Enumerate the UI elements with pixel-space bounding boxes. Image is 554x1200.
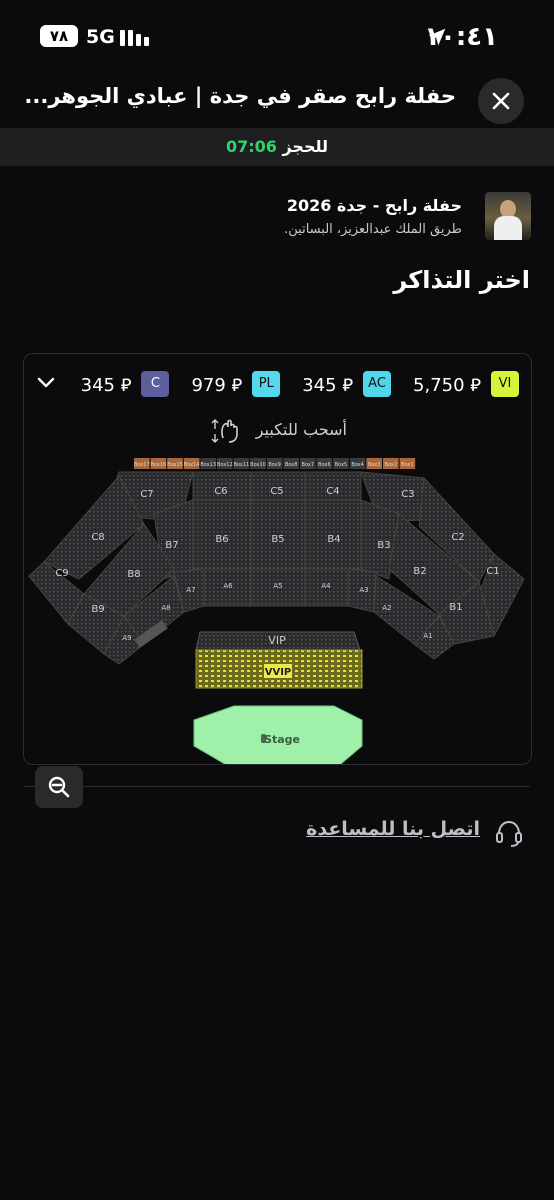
section-label-c1: C1 (486, 566, 499, 577)
box-label: Box4 (351, 462, 363, 468)
section-label-c6: C6 (214, 486, 227, 497)
section-label-c2: C2 (451, 532, 464, 543)
status-bar: ٧٨ 5G ١٠:٤١ (0, 0, 554, 70)
section-label-b8: B8 (127, 569, 140, 580)
event-name: حفلة رابح - جدة 2026 (286, 196, 462, 215)
event-location: طريق الملك عبدالعزيز، البساتين. (284, 222, 462, 237)
section-label-a7: A7 (186, 586, 195, 594)
section-label-b1: B1 (449, 602, 462, 613)
header: حفلة رابح صقر في جدة | عبادي الجوهر... (0, 70, 554, 128)
box-label: Box1 (401, 462, 413, 468)
section-label-c9: C9 (55, 568, 68, 579)
vvip-label: VVIP (265, 667, 292, 678)
timer-label: للحجز (282, 137, 329, 156)
box-label: Box8 (285, 462, 297, 468)
box-label: Box10 (250, 462, 266, 468)
section-label-a6: A6 (223, 582, 233, 590)
box-label: Box15 (167, 462, 183, 468)
section-label-a4: A4 (321, 582, 331, 590)
section-label-a5: A5 (273, 582, 282, 590)
vip-label: VIP (268, 634, 286, 647)
clock: ١٠:٤١ (424, 22, 498, 52)
section-label-b6: B6 (215, 534, 228, 545)
box-label: Box12 (217, 462, 233, 468)
box-label: Box13 (200, 462, 216, 468)
divider (23, 786, 530, 787)
stage-label: Stage (264, 733, 300, 746)
box-label: Box17 (134, 462, 150, 468)
close-icon (492, 92, 510, 110)
box-label: Box14 (184, 462, 200, 468)
timer-countdown: 07:06 (225, 137, 277, 156)
box-label: Box9 (268, 462, 280, 468)
help-link[interactable]: اتصل بنا للمساعدة (306, 818, 480, 840)
zoom-out-icon (48, 776, 70, 798)
section-label-b5: B5 (271, 534, 284, 545)
venue-seat-map[interactable]: Box17 Box16 Box15 Box14 Box13 Box12 Box11 Box10… (24, 354, 531, 764)
box-label: Box16 (151, 462, 167, 468)
section-label-c4: C4 (326, 486, 339, 497)
section-label-c7: C7 (140, 489, 153, 500)
headset-icon[interactable] (494, 818, 524, 848)
box-label: Box5 (335, 462, 347, 468)
section-label-a2: A2 (382, 604, 391, 612)
section-label-b2: B2 (413, 566, 426, 577)
event-info: حفلة رابح - جدة 2026 طريق الملك عبدالعزي… (0, 192, 554, 247)
close-button[interactable] (478, 78, 524, 124)
battery-indicator: ٧٨ (40, 25, 78, 47)
section-label-b3: B3 (377, 540, 390, 551)
section-label-a1: A1 (423, 632, 432, 640)
section-label-b4: B4 (327, 534, 340, 545)
signal-icon (120, 28, 152, 46)
box-label: Box3 (368, 462, 380, 468)
section-label-b9: B9 (91, 604, 104, 615)
box-label: Box11 (234, 462, 250, 468)
zoom-out-button[interactable] (35, 766, 83, 808)
section-label-c8: C8 (91, 532, 104, 543)
section-label-c5: C5 (270, 486, 283, 497)
box-row: Box17 Box16 Box15 Box14 Box13 Box12 Box11 Box10… (134, 458, 416, 469)
section-title: اختر التذاكر (393, 266, 530, 294)
seat-map-card: VI 5,750 ⃁ AC 345 ⃁ PL 979 ⃁ C 345 ⃁ أسح… (23, 353, 532, 765)
box-label: Box7 (302, 462, 314, 468)
booking-timer: للحجز 07:06 (0, 128, 554, 166)
section-label-b7: B7 (165, 540, 178, 551)
box-label: Box6 (318, 462, 330, 468)
section-label-a3: A3 (359, 586, 368, 594)
page-title: حفلة رابح صقر في جدة | عبادي الجوهر... (24, 84, 456, 108)
section-label-a8: A8 (161, 604, 170, 612)
section-label-a9: A9 (122, 634, 131, 642)
section-label-c3: C3 (401, 489, 414, 500)
event-thumbnail (485, 192, 531, 240)
box-label: Box2 (385, 462, 397, 468)
network-label: 5G (86, 26, 115, 48)
